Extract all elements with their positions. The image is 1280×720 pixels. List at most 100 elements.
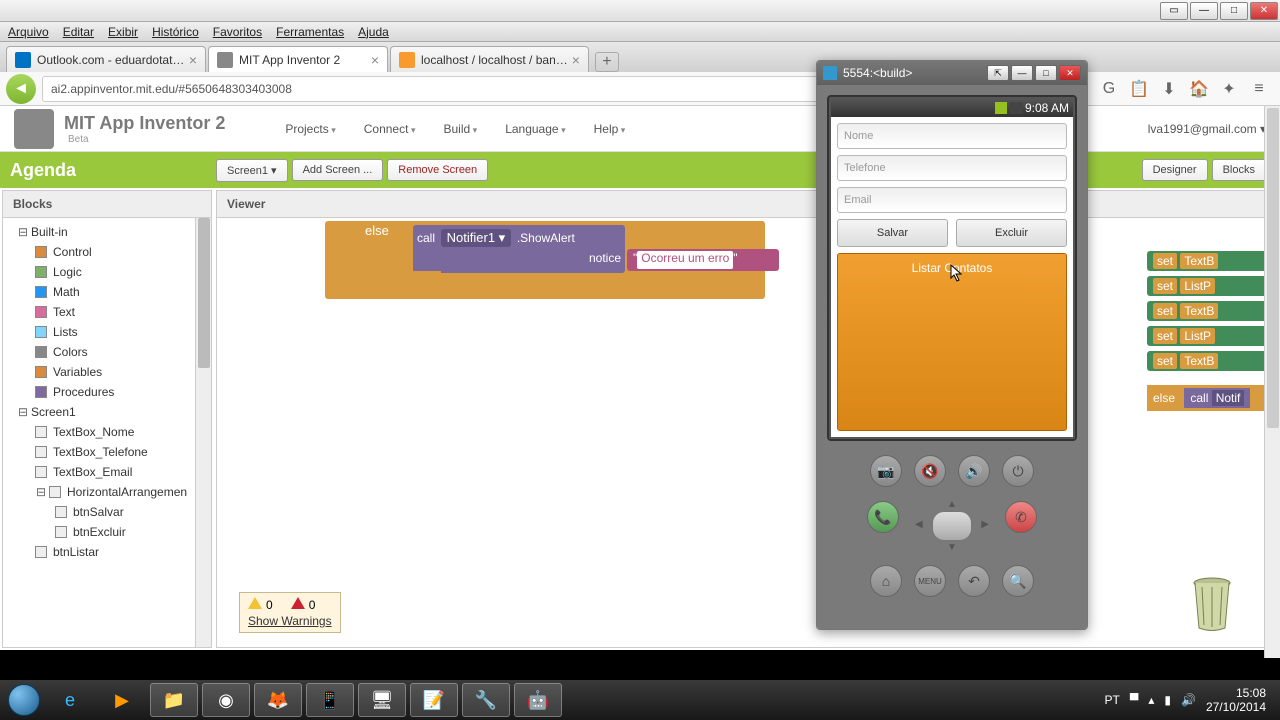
page-scrollbar[interactable] — [1264, 106, 1280, 658]
search-hw-button[interactable]: 🔍 — [1002, 565, 1034, 597]
block-else[interactable]: else — [357, 221, 407, 243]
emu-close[interactable]: ✕ — [1059, 65, 1081, 81]
input-email[interactable]: Email — [837, 187, 1067, 213]
cat-lists[interactable]: Lists — [3, 322, 211, 342]
clipboard-icon[interactable]: 📋 — [1128, 78, 1150, 100]
listar-contatos-button[interactable]: Listar Contatos — [837, 253, 1067, 431]
peek-block[interactable]: set ListP — [1147, 276, 1277, 296]
emu-minimize[interactable]: — — [1011, 65, 1033, 81]
emu-restore[interactable]: ⇱ — [987, 65, 1009, 81]
block-slot[interactable] — [365, 271, 441, 293]
taskbar-app3[interactable]: 🔧 — [462, 683, 510, 717]
block-notifier-dropdown[interactable]: Notifier1 ▾ — [441, 229, 512, 247]
menu-favoritos[interactable]: Favoritos — [213, 25, 262, 39]
cat-text[interactable]: Text — [3, 302, 211, 322]
comp-textbox-nome[interactable]: TextBox_Nome — [3, 422, 211, 442]
download-icon[interactable]: ⬇ — [1158, 78, 1180, 100]
home-icon[interactable]: 🏠 — [1188, 78, 1210, 100]
tray-network-icon[interactable]: ▮ — [1164, 693, 1171, 707]
tree-screen1[interactable]: ⊟Screen1 — [3, 402, 211, 422]
input-telefone[interactable]: Telefone — [837, 155, 1067, 181]
tree-builtin[interactable]: ⊟Built-in — [3, 222, 211, 242]
input-nome[interactable]: Nome — [837, 123, 1067, 149]
taskbar-wmp[interactable]: ▶ — [98, 683, 146, 717]
back-hw-button[interactable]: ↶ — [958, 565, 990, 597]
block-string[interactable]: " Ocorreu um erro " — [627, 249, 779, 271]
tray-clock[interactable]: 15:08 27/10/2014 — [1206, 686, 1266, 715]
tray-flag-icon[interactable]: ▀ — [1130, 693, 1139, 707]
call-button[interactable]: 📞 — [867, 501, 899, 533]
taskbar-firefox[interactable]: 🦊 — [254, 683, 302, 717]
home-button[interactable]: ⌂ — [870, 565, 902, 597]
cat-variables[interactable]: Variables — [3, 362, 211, 382]
menu-arquivo[interactable]: Arquivo — [8, 25, 49, 39]
comp-textbox-telefone[interactable]: TextBox_Telefone — [3, 442, 211, 462]
tray-lang[interactable]: PT — [1104, 693, 1119, 707]
comp-harrangement[interactable]: ⊟HorizontalArrangemen — [3, 482, 211, 502]
comp-btnexcluir[interactable]: btnExcluir — [3, 522, 211, 542]
puzzle-icon[interactable]: ✦ — [1218, 78, 1240, 100]
tab-close[interactable]: × — [572, 52, 580, 68]
comp-textbox-email[interactable]: TextBox_Email — [3, 462, 211, 482]
window-maximize[interactable]: □ — [1220, 2, 1248, 20]
tab-localhost[interactable]: localhost / localhost / ban… × — [390, 46, 589, 72]
show-warnings-button[interactable]: Show Warnings — [248, 614, 332, 628]
peek-else-block[interactable]: else call Notif — [1147, 385, 1277, 411]
menu-button[interactable]: MENU — [914, 565, 946, 597]
window-minimize2[interactable]: — — [1190, 2, 1218, 20]
tray-expand-icon[interactable]: ▴ — [1148, 693, 1154, 707]
emulator-window[interactable]: 5554:<build> ⇱ — □ ✕ 9:08 AM Nome Telefo… — [816, 60, 1088, 630]
tray-volume-icon[interactable]: 🔊 — [1181, 693, 1196, 707]
start-button[interactable] — [4, 680, 44, 720]
add-screen-button[interactable]: Add Screen ... — [292, 159, 384, 181]
back-button[interactable]: ◄ — [6, 74, 36, 104]
tab-close[interactable]: × — [189, 52, 197, 68]
power-button[interactable]: ⏻ — [1002, 455, 1034, 487]
volume-up-button[interactable]: 🔊 — [958, 455, 990, 487]
menu-ajuda[interactable]: Ajuda — [358, 25, 389, 39]
window-close[interactable]: ✕ — [1250, 2, 1278, 20]
peek-call[interactable]: call Notif — [1184, 388, 1250, 408]
menu-editar[interactable]: Editar — [63, 25, 94, 39]
remove-screen-button[interactable]: Remove Screen — [387, 159, 488, 181]
cat-math[interactable]: Math — [3, 282, 211, 302]
block-call[interactable]: call Notifier1 ▾ .ShowAlert notice — [413, 225, 625, 273]
cat-control[interactable]: Control — [3, 242, 211, 262]
blocks-canvas[interactable]: else call Notifier1 ▾ .ShowAlert notice … — [217, 221, 1277, 647]
camera-button[interactable]: 📷 — [870, 455, 902, 487]
emu-maximize[interactable]: □ — [1035, 65, 1057, 81]
menu-historico[interactable]: Histórico — [152, 25, 199, 39]
blocks-button[interactable]: Blocks — [1212, 159, 1266, 181]
window-minimize[interactable]: ▭ — [1160, 2, 1188, 20]
menu-connect[interactable]: Connect — [364, 122, 416, 136]
taskbar-chrome[interactable]: ◉ — [202, 683, 250, 717]
peek-block[interactable]: set TextB — [1147, 251, 1277, 271]
dpad[interactable]: ▲ ◀ ▶ ▼ — [917, 501, 987, 551]
comp-btnsalvar[interactable]: btnSalvar — [3, 502, 211, 522]
taskbar-app2[interactable]: 🖥 — [358, 683, 406, 717]
peek-block[interactable]: set ListP — [1147, 326, 1277, 346]
taskbar-ie[interactable]: e — [46, 683, 94, 717]
cat-procedures[interactable]: Procedures — [3, 382, 211, 402]
menu-ferramentas[interactable]: Ferramentas — [276, 25, 344, 39]
excluir-button[interactable]: Excluir — [956, 219, 1067, 247]
trash-icon[interactable] — [1187, 573, 1237, 633]
taskbar-explorer[interactable]: 📁 — [150, 683, 198, 717]
menu-build[interactable]: Build — [443, 122, 477, 136]
peek-block[interactable]: set TextB — [1147, 301, 1277, 321]
sidebar-scrollbar[interactable] — [195, 218, 211, 647]
end-call-button[interactable]: ✆ — [1005, 501, 1037, 533]
tab-appinventor[interactable]: MIT App Inventor 2 × — [208, 46, 388, 72]
taskbar-android[interactable]: 🤖 — [514, 683, 562, 717]
user-email[interactable]: lva1991@gmail.com ▾ — [1148, 122, 1266, 136]
peek-block[interactable]: set TextB — [1147, 351, 1277, 371]
menu-language[interactable]: Language — [505, 122, 565, 136]
comp-btnlistar[interactable]: btnListar — [3, 542, 211, 562]
designer-button[interactable]: Designer — [1142, 159, 1208, 181]
taskbar-notepad[interactable]: 📝 — [410, 683, 458, 717]
screen-dropdown[interactable]: Screen1 ▾ — [216, 159, 288, 182]
menu-exibir[interactable]: Exibir — [108, 25, 138, 39]
tab-close[interactable]: × — [371, 52, 379, 68]
cat-logic[interactable]: Logic — [3, 262, 211, 282]
menu-projects[interactable]: Projects — [285, 122, 335, 136]
